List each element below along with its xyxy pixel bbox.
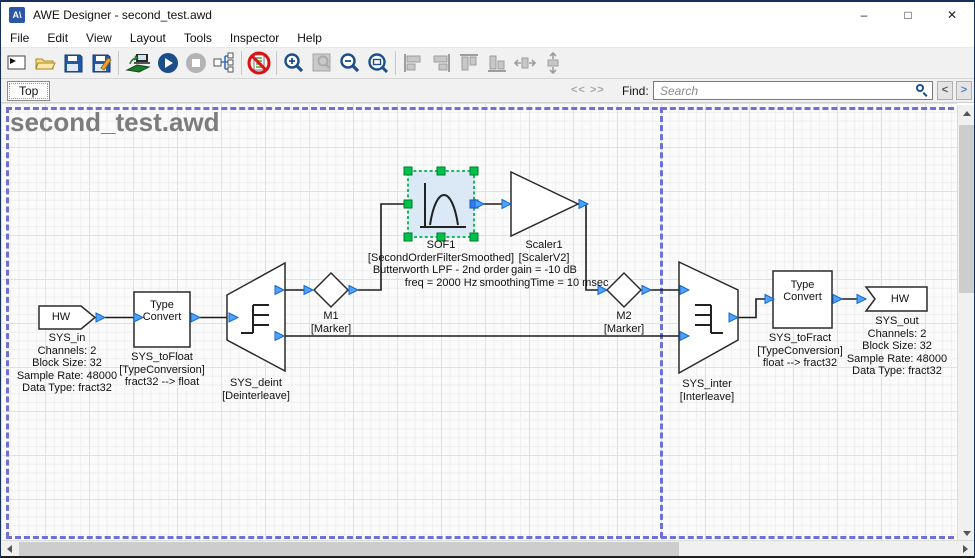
horizontal-scrollbar[interactable] [1, 540, 974, 556]
menu-tools[interactable]: Tools [175, 31, 221, 45]
sys-in-shape-label: HW [39, 311, 83, 323]
menu-bar: File Edit View Layout Tools Inspector He… [1, 28, 974, 48]
align-left-button[interactable] [399, 50, 427, 77]
tab-top[interactable]: Top [7, 81, 50, 101]
zoom-out-icon [338, 51, 362, 75]
search-icon[interactable] [916, 84, 928, 96]
toolbar-separator [395, 51, 396, 75]
horizontal-scroll-thumb[interactable] [19, 542, 679, 556]
align-right-button[interactable] [427, 50, 455, 77]
design-canvas[interactable]: second_test.awd [1, 103, 957, 540]
zoom-in-icon [282, 51, 306, 75]
align-top-button[interactable] [455, 50, 483, 77]
distribute-horizontal-button[interactable] [511, 50, 539, 77]
block-sof1[interactable] [404, 167, 478, 241]
save-as-icon [90, 52, 112, 74]
zoom-page-icon [310, 51, 334, 75]
sys-tofract-shape-label: Type Convert [775, 279, 830, 303]
align-left-icon [401, 51, 425, 75]
menu-edit[interactable]: Edit [38, 31, 77, 45]
toolbar-separator [118, 51, 119, 75]
new-design-button[interactable] [3, 50, 31, 77]
distribute-vertical-button[interactable] [539, 50, 567, 77]
find-next-all-button[interactable]: >> [590, 83, 605, 97]
window-title: AWE Designer - second_test.awd [33, 8, 212, 22]
find-prev-all-button[interactable]: << [571, 83, 586, 97]
inspector-disabled-button[interactable] [245, 50, 273, 77]
maximize-button[interactable]: □ [886, 2, 930, 28]
find-prev-button[interactable]: < [937, 81, 953, 100]
title-bar: A\ AWE Designer - second_test.awd – □ ✕ [1, 2, 974, 28]
save-as-button[interactable] [87, 50, 115, 77]
block-m1[interactable] [314, 273, 348, 307]
sys-deint-caption: SYS_deint[Deinterleave] [198, 377, 314, 402]
open-button[interactable] [31, 50, 59, 77]
app-logo-icon: A\ [9, 7, 25, 23]
scroll-right-icon[interactable] [963, 545, 968, 553]
find-input-wrap [653, 81, 933, 100]
m1-caption: M1[Marker] [291, 310, 371, 335]
search-input[interactable] [653, 81, 933, 100]
find-label: Find: [622, 84, 649, 98]
propagate-changes-button[interactable] [210, 50, 238, 77]
stop-button[interactable] [182, 50, 210, 77]
align-bottom-button[interactable] [483, 50, 511, 77]
distribute-horizontal-icon [513, 51, 537, 75]
connect-target-button[interactable] [122, 50, 154, 77]
toolbar-separator [276, 51, 277, 75]
block-scaler1[interactable] [511, 172, 578, 236]
scroll-left-icon[interactable] [7, 545, 12, 553]
sys-inter-caption: SYS_inter[Interleave] [649, 378, 765, 403]
no-inspector-icon [246, 50, 272, 76]
align-bottom-icon [485, 51, 509, 75]
menu-inspector[interactable]: Inspector [221, 31, 288, 45]
align-right-icon [429, 51, 453, 75]
new-design-icon [6, 52, 28, 74]
stop-icon [184, 51, 208, 75]
minimize-button[interactable]: – [842, 2, 886, 28]
awe-designer-window: A\ AWE Designer - second_test.awd – □ ✕ … [0, 0, 975, 558]
toolbar [1, 48, 974, 79]
save-button[interactable] [59, 50, 87, 77]
toolbar-separator [241, 51, 242, 75]
distribute-vertical-icon [541, 51, 565, 75]
menu-file[interactable]: File [1, 31, 38, 45]
save-icon [62, 52, 84, 74]
zoom-out-button[interactable] [336, 50, 364, 77]
zoom-in-button[interactable] [280, 50, 308, 77]
connect-target-icon [125, 52, 151, 74]
find-next-button[interactable]: > [956, 81, 972, 100]
zoom-region-button[interactable] [364, 50, 392, 77]
vertical-scrollbar[interactable] [957, 105, 974, 542]
play-button[interactable] [154, 50, 182, 77]
align-top-icon [457, 51, 481, 75]
zoom-page-button[interactable] [308, 50, 336, 77]
open-folder-icon [34, 52, 56, 74]
scroll-down-icon[interactable] [963, 531, 971, 536]
play-icon [156, 51, 180, 75]
zoom-region-icon [366, 51, 390, 75]
sys-tofloat-shape-label: Type Convert [136, 299, 188, 323]
sys-out-caption: SYS_outChannels: 2 Block Size: 32Sample … [839, 315, 955, 378]
menu-layout[interactable]: Layout [121, 31, 175, 45]
m2-caption: M2[Marker] [584, 310, 664, 335]
propagate-changes-icon [212, 51, 236, 75]
vertical-scroll-thumb[interactable] [959, 125, 974, 293]
close-button[interactable]: ✕ [930, 2, 974, 28]
scroll-up-icon[interactable] [963, 111, 971, 116]
find-bar: Top << >> Find: < > [1, 79, 974, 103]
sys-out-shape-label: HW [875, 293, 925, 305]
menu-help[interactable]: Help [288, 31, 331, 45]
menu-view[interactable]: View [77, 31, 121, 45]
scaler1-caption: Scaler1[ScalerV2] gain = -10 dBsmoothing… [458, 239, 630, 289]
